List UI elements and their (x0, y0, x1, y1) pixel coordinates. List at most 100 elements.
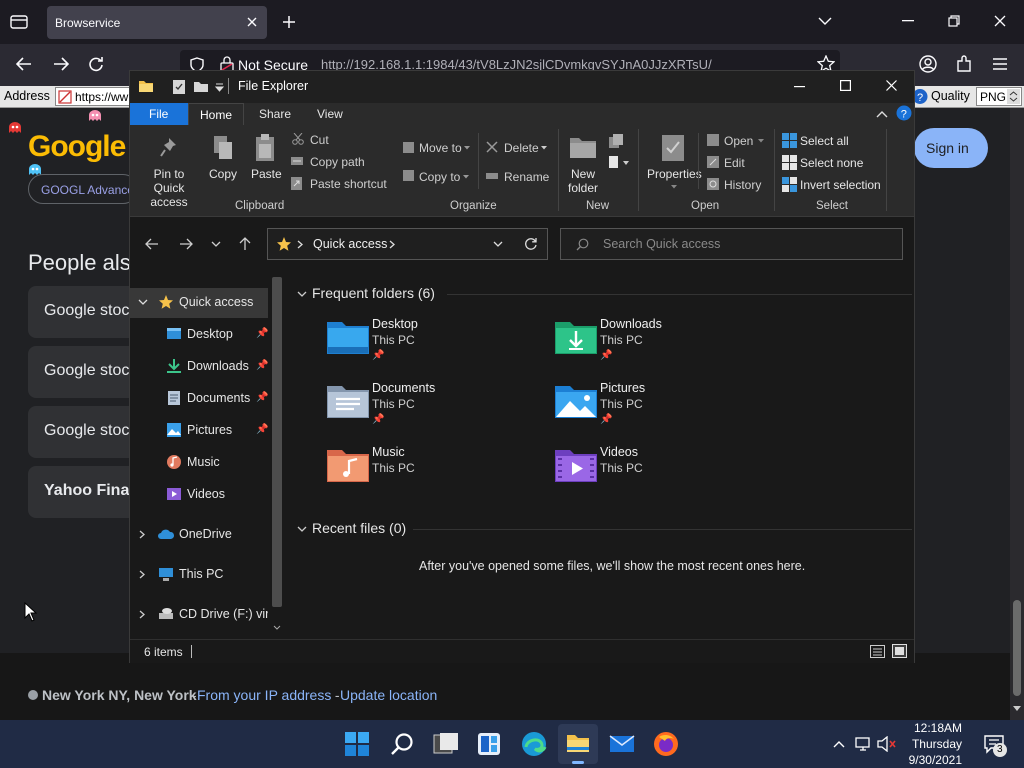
tree-item-onedrive[interactable]: OneDrive (130, 521, 268, 549)
google-logo[interactable]: Google (28, 130, 126, 164)
menu-icon[interactable] (992, 57, 1008, 71)
clock-time[interactable]: 12:18AM (912, 721, 962, 735)
tab-share[interactable]: Share (259, 107, 291, 121)
new-item-icon[interactable] (608, 133, 624, 149)
edge-icon[interactable] (521, 731, 547, 757)
cut-button[interactable]: Cut (310, 133, 329, 147)
tray-overflow-icon[interactable] (833, 740, 845, 748)
tree-item-quick-access[interactable]: Quick access (130, 289, 268, 317)
refresh-icon[interactable] (524, 237, 538, 251)
pin-icon[interactable]: 📌 (256, 328, 268, 339)
task-view-icon[interactable] (433, 732, 459, 756)
expand-chevron-icon[interactable] (139, 570, 145, 579)
pin-to-quick-access-button[interactable]: Pin to Quick access (138, 167, 200, 209)
expand-chevron-icon[interactable] (139, 610, 145, 619)
folder-tile-downloads[interactable]: Downloads This PC 📌 (550, 311, 750, 367)
easy-access-icon[interactable] (608, 155, 630, 169)
address-history-icon[interactable] (493, 241, 503, 247)
result-card[interactable]: Yahoo Fina (28, 466, 138, 518)
chevron-down-icon[interactable] (818, 16, 832, 26)
breadcrumb-chevron-icon[interactable] (389, 240, 395, 249)
new-folder-button[interactable]: New folder (568, 167, 598, 195)
pin-icon[interactable]: 📌 (256, 392, 268, 403)
expand-chevron-icon[interactable] (139, 530, 145, 539)
tab-home[interactable]: Home (188, 103, 244, 125)
copy-to-button[interactable]: Copy to (419, 170, 460, 184)
update-location-link[interactable]: Update location (340, 687, 437, 703)
tree-item-downloads[interactable]: Downloads 📌 (130, 353, 268, 381)
frequent-folders-header[interactable]: Frequent folders (6) (312, 285, 435, 301)
network-icon[interactable] (854, 736, 872, 752)
move-to-dropdown-icon[interactable] (464, 146, 470, 150)
start-icon[interactable] (345, 732, 369, 756)
properties-qat-icon[interactable] (172, 79, 186, 95)
scroll-down-icon[interactable] (273, 625, 281, 631)
extensions-icon[interactable] (955, 55, 973, 73)
rename-button[interactable]: Rename (504, 170, 549, 184)
tree-item-videos[interactable]: Videos (130, 481, 268, 509)
edit-button[interactable]: Edit (724, 156, 745, 170)
clock-date[interactable]: 9/30/2021 (900, 753, 962, 767)
folder-tile-music[interactable]: Music This PC (322, 439, 522, 495)
clock-day[interactable]: Thursday (900, 737, 962, 751)
explorer-taskbar-button[interactable] (558, 724, 598, 764)
copy-to-dropdown-icon[interactable] (463, 175, 469, 179)
question-card[interactable]: Google stoc (28, 406, 138, 458)
folder-tile-documents[interactable]: Documents This PC 📌 (322, 375, 522, 431)
properties-dropdown-icon[interactable] (671, 185, 677, 189)
widgets-icon[interactable] (477, 732, 501, 756)
folder-tile-pictures[interactable]: Pictures This PC 📌 (550, 375, 750, 431)
pin-icon[interactable]: 📌 (256, 360, 268, 371)
copy-button[interactable]: Copy (209, 167, 237, 181)
tab-list-icon[interactable] (10, 14, 28, 30)
close-icon[interactable] (886, 80, 897, 91)
open-dropdown-icon[interactable] (758, 139, 764, 143)
qat-dropdown-icon[interactable] (215, 83, 224, 92)
scroll-down-icon[interactable] (1013, 706, 1021, 712)
sign-in-button[interactable]: Sign in (914, 128, 988, 168)
expand-chevron-icon[interactable] (138, 299, 148, 305)
properties-button[interactable]: Properties (647, 167, 702, 181)
paste-button[interactable]: Paste (251, 167, 282, 181)
question-card[interactable]: Google stoc (28, 286, 138, 338)
maximize-icon[interactable] (840, 80, 851, 91)
pin-icon[interactable]: 📌 (256, 424, 268, 435)
select-none-button[interactable]: Select none (800, 156, 863, 170)
history-button[interactable]: History (724, 178, 761, 192)
spinner-icon[interactable] (1007, 89, 1020, 104)
advanced-chip[interactable]: GOOGL Advance (28, 174, 138, 204)
forward-icon[interactable] (53, 57, 69, 71)
large-icons-view-icon[interactable] (892, 644, 907, 658)
delete-dropdown-icon[interactable] (541, 146, 547, 150)
recent-files-header[interactable]: Recent files (0) (312, 520, 406, 536)
tree-item-desktop[interactable]: Desktop 📌 (130, 321, 268, 349)
tree-scrollbar[interactable] (270, 277, 284, 637)
tree-item-pictures[interactable]: Pictures 📌 (130, 417, 268, 445)
address-input[interactable]: https://ww (55, 87, 135, 106)
open-button[interactable]: Open (724, 134, 753, 148)
breadcrumb-quick-access[interactable]: Quick access (313, 237, 387, 251)
quality-select[interactable]: PNG (976, 87, 1022, 106)
page-scrollbar[interactable] (1010, 108, 1024, 720)
scrollbar-thumb[interactable] (1013, 600, 1021, 696)
help-icon[interactable]: ? (896, 105, 912, 121)
tree-scrollbar-thumb[interactable] (272, 277, 282, 607)
new-folder-qat-icon[interactable] (193, 80, 209, 93)
folder-tile-desktop[interactable]: Desktop This PC 📌 (322, 311, 522, 367)
tab-view[interactable]: View (317, 107, 343, 121)
from-ip-link[interactable]: From your IP address (197, 687, 331, 703)
restore-icon[interactable] (948, 15, 960, 27)
delete-button[interactable]: Delete (504, 141, 539, 155)
copy-path-button[interactable]: Copy path (310, 155, 365, 169)
address-bar[interactable]: Quick access (267, 228, 548, 260)
breadcrumb-chevron-icon[interactable] (297, 240, 303, 249)
move-to-button[interactable]: Move to (419, 141, 462, 155)
minimize-icon[interactable] (794, 86, 805, 88)
close-tab-icon[interactable] (246, 16, 258, 28)
mail-icon[interactable] (609, 734, 635, 754)
tree-item-music[interactable]: Music (130, 449, 268, 477)
back-icon[interactable] (145, 238, 159, 250)
tree-item-this-pc[interactable]: This PC (130, 561, 268, 589)
up-icon[interactable] (239, 237, 251, 251)
select-all-button[interactable]: Select all (800, 134, 849, 148)
